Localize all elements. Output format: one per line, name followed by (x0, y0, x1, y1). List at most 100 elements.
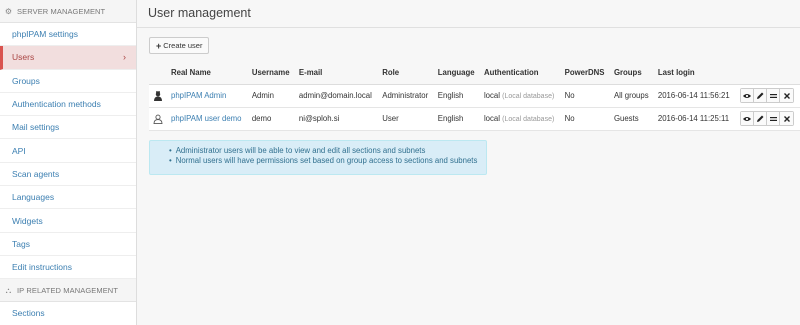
col-role: Role (378, 61, 434, 85)
col-powerdns: PowerDNS (560, 61, 610, 85)
email-cell: admin@domain.local (294, 83, 379, 108)
server-management-label: Server management (17, 6, 106, 16)
table-header-row: Real Name Username E-mail Role Language … (149, 61, 800, 85)
info-line: • Normal users will have permissions set … (169, 156, 486, 166)
email-cell: ni@sploh.si (294, 106, 379, 131)
sidebar-item-label: Languages (12, 192, 55, 203)
delete-x-icon[interactable] (780, 89, 794, 102)
avatar-cell (149, 106, 167, 131)
username-cell: demo (247, 106, 295, 131)
sidebar-item-users[interactable]: Users › (0, 46, 136, 70)
sidebar-item-label: API (12, 145, 26, 156)
sitemap-icon: ⛬ (5, 285, 12, 295)
col-authentication: Authentication (479, 61, 561, 85)
sidebar-item-scan-agents[interactable]: Scan agents (0, 163, 136, 187)
role-cell: User (378, 106, 434, 131)
delete-x-icon[interactable] (780, 112, 794, 125)
action-button-group (740, 111, 795, 126)
info-alert: • Administrator users will be able to vie… (149, 140, 487, 175)
sidebar-item-api[interactable]: API (0, 139, 136, 163)
view-eye-icon[interactable] (741, 89, 755, 102)
last-login-cell: 2016-06-14 11:25:11 (653, 106, 737, 131)
auth-cell: local (Local database) (479, 83, 561, 108)
users-table: Real Name Username E-mail Role Language … (149, 61, 800, 131)
col-language: Language (433, 61, 480, 85)
main-content: User management + Create user Real Name … (137, 0, 800, 325)
auth-method: local (483, 114, 500, 123)
ip-management-header: ⛬ IP related management (0, 279, 136, 303)
language-cell: English (433, 83, 480, 108)
sidebar-item-sections[interactable]: Sections (0, 302, 136, 325)
sidebar-item-label: Widgets (12, 215, 43, 226)
title-divider (137, 27, 800, 28)
action-button-group (740, 88, 795, 103)
bullet-icon: • (169, 146, 172, 155)
real-name-link[interactable]: phpIPAM user demo (167, 106, 248, 131)
sidebar-item-phpipam-settings[interactable]: phpIPAM settings (0, 23, 136, 47)
sidebar-item-edit-instructions[interactable]: Edit instructions (0, 256, 136, 280)
sidebar-item-mail-settings[interactable]: Mail settings (0, 116, 136, 140)
col-avatar (149, 61, 167, 85)
sidebar-item-groups[interactable]: Groups (0, 70, 136, 93)
server-management-header: ⚙ Server management (0, 0, 136, 23)
sidebar-item-label: phpIPAM settings (12, 29, 78, 40)
user-name-link[interactable]: phpIPAM user demo (171, 114, 242, 123)
reorder-icon[interactable] (767, 89, 781, 102)
col-real-name: Real Name (167, 61, 248, 85)
auth-cell: local (Local database) (479, 106, 561, 131)
avatar-cell (149, 83, 167, 108)
last-login-cell: 2016-06-14 11:56:21 (653, 83, 737, 108)
col-email: E-mail (294, 61, 379, 85)
view-eye-icon[interactable] (741, 112, 755, 125)
bullet-icon: • (169, 156, 172, 165)
cogs-icon: ⚙ (4, 6, 13, 16)
info-text: Administrator users will be able to view… (175, 146, 426, 155)
table-row: phpIPAM user demo demo ni@sploh.si User … (149, 106, 800, 131)
sidebar-item-languages[interactable]: Languages (0, 186, 136, 210)
admin-avatar-icon (154, 90, 162, 101)
ip-management-label: IP related management (17, 285, 119, 295)
groups-cell: Guests (609, 106, 654, 131)
actions-cell (736, 106, 800, 131)
sidebar-item-label: Users (12, 52, 35, 63)
user-avatar-icon (153, 114, 163, 124)
role-cell: Administrator (378, 83, 434, 108)
sidebar-item-label: Tags (12, 238, 30, 249)
auth-note: (Local database) (502, 116, 555, 123)
table-row: phpIPAM Admin Admin admin@domain.local A… (149, 83, 800, 108)
sidebar-item-label: Scan agents (12, 168, 60, 179)
create-user-button[interactable]: + Create user (149, 37, 210, 54)
info-text: Normal users will have permissions set b… (175, 156, 478, 165)
info-line: • Administrator users will be able to vie… (169, 146, 486, 156)
sidebar-item-widgets[interactable]: Widgets (0, 209, 136, 233)
edit-pencil-icon[interactable] (754, 89, 768, 102)
page-title: User management (148, 6, 251, 20)
create-user-label: Create user (163, 41, 203, 50)
plus-icon: + (156, 40, 162, 51)
col-last-login: Last login (653, 61, 737, 85)
powerdns-cell: No (560, 106, 610, 131)
sidebar-item-label: Mail settings (12, 122, 60, 133)
sidebar-item-label: Edit instructions (12, 262, 72, 273)
sidebar-item-authentication-methods[interactable]: Authentication methods (0, 93, 136, 117)
reorder-icon[interactable] (767, 112, 781, 125)
sidebar-item-label: Sections (12, 308, 45, 319)
edit-pencil-icon[interactable] (754, 112, 768, 125)
auth-note: (Local database) (502, 93, 555, 100)
sidebar-item-label: Groups (12, 75, 40, 86)
sidebar: ⚙ Server management phpIPAM settings Use… (0, 0, 137, 325)
username-cell: Admin (247, 83, 295, 108)
auth-method: local (483, 91, 500, 100)
user-name-link[interactable]: phpIPAM Admin (171, 91, 226, 100)
actions-cell (736, 83, 800, 108)
col-username: Username (247, 61, 295, 85)
sidebar-item-tags[interactable]: Tags (0, 233, 136, 256)
groups-cell: All groups (609, 83, 654, 108)
col-groups: Groups (609, 61, 654, 85)
sidebar-item-label: Authentication methods (12, 99, 101, 110)
col-actions (736, 61, 800, 85)
powerdns-cell: No (560, 83, 610, 108)
real-name-link[interactable]: phpIPAM Admin (167, 83, 248, 108)
language-cell: English (433, 106, 480, 131)
chevron-right-icon: › (123, 52, 126, 63)
